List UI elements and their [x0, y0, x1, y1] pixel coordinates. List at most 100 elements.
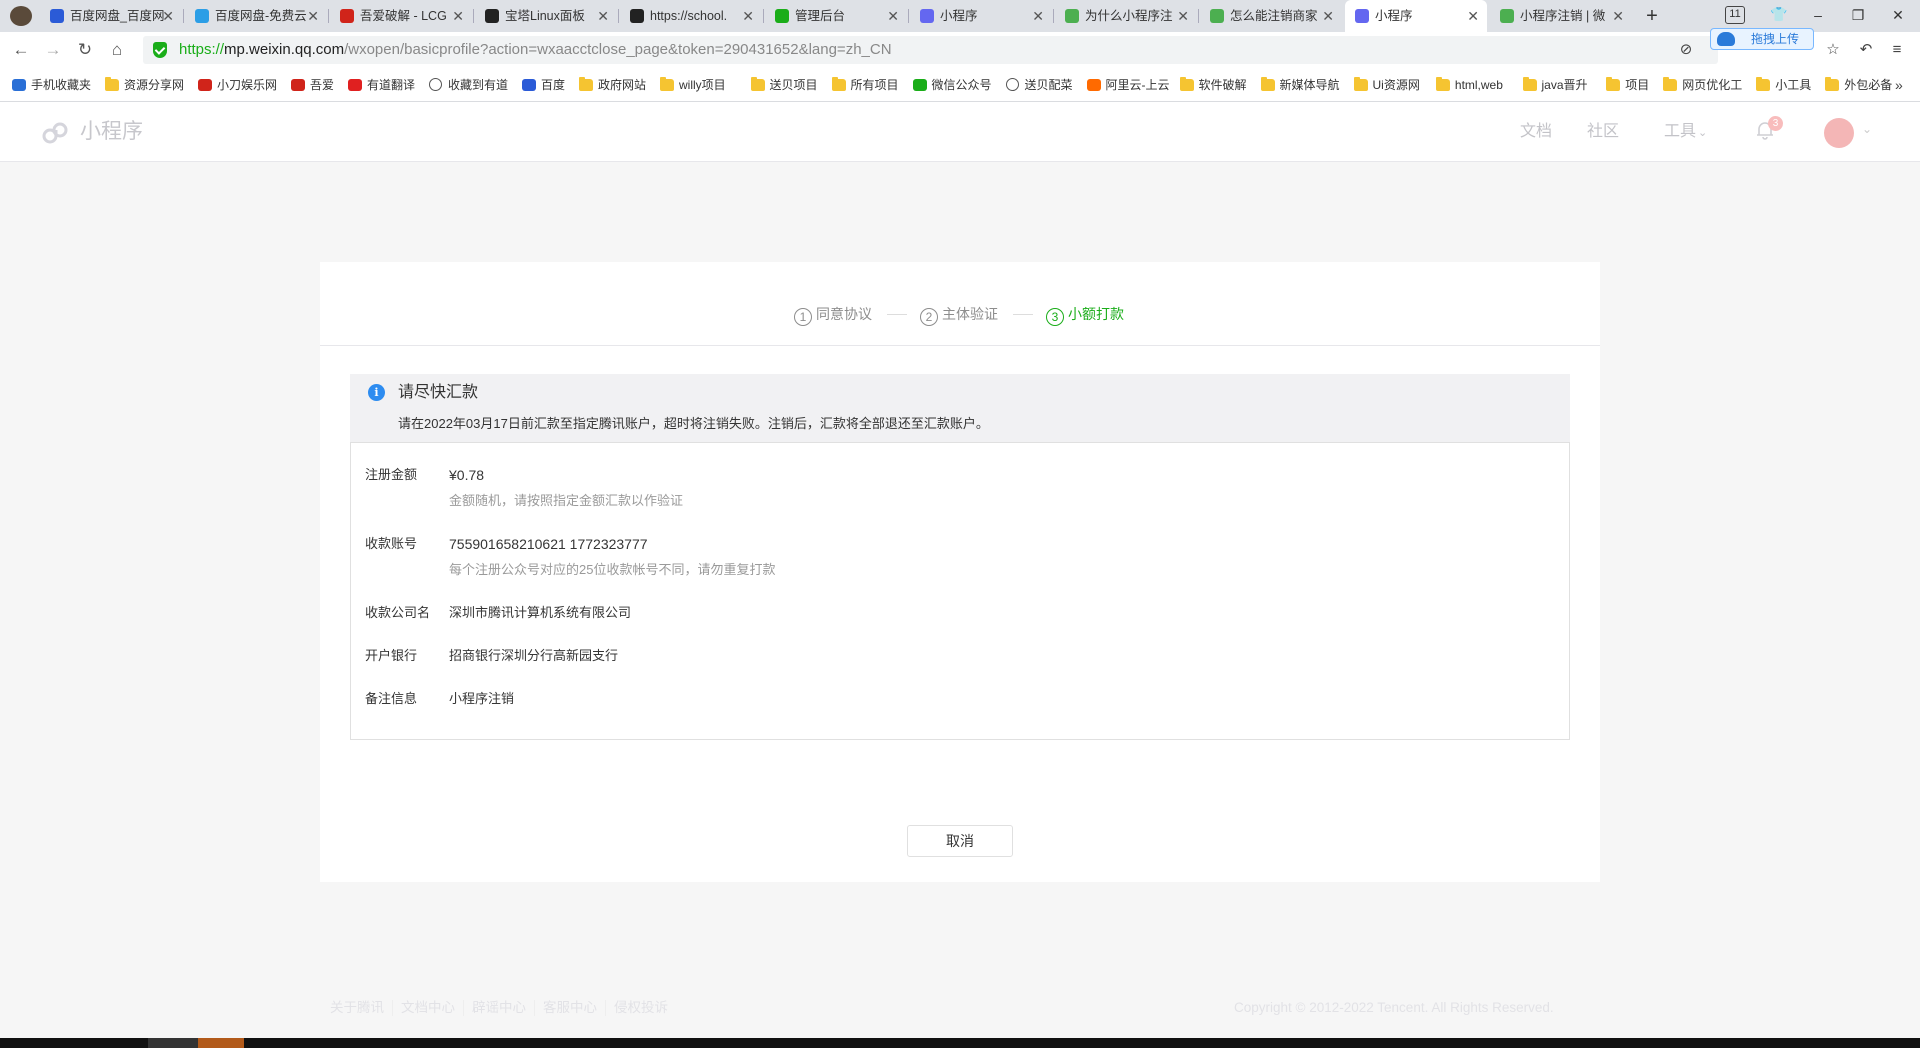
bookmark-item[interactable]: 软件破解: [1179, 68, 1247, 102]
bookmark-item[interactable]: 收藏到有道: [429, 68, 508, 102]
minimize-icon[interactable]: –: [1798, 0, 1838, 30]
bookmark-item[interactable]: 送贝项目: [750, 68, 818, 102]
nav-docs[interactable]: 文档: [1520, 120, 1552, 144]
bookmark-item[interactable]: 所有项目: [831, 68, 899, 102]
taskbar-item[interactable]: [198, 1038, 244, 1048]
tab-label: 小程序: [940, 9, 978, 23]
back-icon[interactable]: ←: [10, 39, 32, 61]
folder-icon: [1606, 77, 1621, 91]
forward-icon[interactable]: →: [42, 39, 64, 61]
browser-tab[interactable]: https://school. ✕: [620, 0, 762, 32]
tab-count-icon[interactable]: 11: [1725, 6, 1745, 24]
browser-profile-icon[interactable]: [10, 6, 32, 26]
browser-tab[interactable]: 百度网盘_百度网 ✕: [40, 0, 182, 32]
bookmarks-more-icon[interactable]: »: [1895, 68, 1903, 102]
reload-icon[interactable]: ↻: [74, 39, 96, 61]
bookmark-label: 项目: [1625, 78, 1650, 92]
bookmark-item[interactable]: Ui资源网: [1353, 68, 1420, 102]
bookmark-item[interactable]: 手机收藏夹: [12, 68, 91, 102]
tab-separator: [1198, 9, 1199, 23]
browser-tab[interactable]: 为什么小程序注 ✕: [1055, 0, 1197, 32]
browser-tab[interactable]: 小程序注销 | 微 ✕: [1490, 0, 1632, 32]
close-tab-icon[interactable]: ✕: [742, 0, 754, 32]
browser-tab[interactable]: 怎么能注销商家 ✕: [1200, 0, 1342, 32]
tab-favicon-icon: [630, 9, 644, 23]
browser-tab[interactable]: 管理后台 ✕: [765, 0, 907, 32]
browser-tab-strip: 百度网盘_百度网 ✕ 百度网盘-免费云 ✕ 吾爱破解 - LCG ✕ 宝塔Linux面板 ✕ h…: [0, 0, 1920, 32]
bookmark-item[interactable]: 百度: [522, 68, 565, 102]
browser-tab[interactable]: 百度网盘-免费云 ✕: [185, 0, 327, 32]
bookmark-item[interactable]: 小刀娱乐网: [198, 68, 277, 102]
browser-tab[interactable]: 小程序 ✕: [1345, 0, 1487, 32]
skin-icon[interactable]: 👕: [1770, 6, 1787, 23]
bookmark-item[interactable]: willy项目: [660, 68, 726, 102]
address-bar[interactable]: https://mp.weixin.qq.com/wxopen/basicpro…: [143, 36, 1718, 64]
bookmark-item[interactable]: 资源分享网: [105, 68, 184, 102]
footer-link-complaint[interactable]: 侵权投诉: [605, 1000, 676, 1016]
footer-link-docs[interactable]: 文档中心: [392, 1000, 463, 1016]
avatar[interactable]: [1824, 118, 1854, 148]
step-verify: 2 主体验证: [920, 304, 998, 326]
bookmark-item[interactable]: 微信公众号: [912, 68, 992, 102]
phone-icon: [12, 79, 26, 91]
wechat-icon: [912, 79, 927, 91]
footer-link-about[interactable]: 关于腾讯: [330, 1000, 392, 1016]
close-tab-icon[interactable]: ✕: [307, 0, 319, 32]
nav-tools[interactable]: 工具 ⌄: [1664, 120, 1707, 145]
bookmark-item[interactable]: 外包必备: [1825, 68, 1892, 102]
close-tab-icon[interactable]: ✕: [1322, 0, 1334, 32]
footer-link-service[interactable]: 客服中心: [534, 1000, 605, 1016]
chevron-down-icon: ⌄: [1698, 127, 1708, 139]
miniprogram-logo-icon[interactable]: [40, 118, 70, 148]
cloud-icon: [1717, 32, 1735, 46]
close-tab-icon[interactable]: ✕: [1467, 0, 1479, 32]
bookmark-item[interactable]: 有道翻译: [348, 68, 415, 102]
star-list-icon[interactable]: ☆: [1822, 39, 1844, 61]
step-divider: [1013, 314, 1033, 315]
url-text[interactable]: https://mp.weixin.qq.com/wxopen/basicpro…: [179, 36, 892, 64]
close-window-icon[interactable]: ✕: [1878, 0, 1918, 30]
taskbar-item[interactable]: [148, 1038, 198, 1048]
bookmark-item[interactable]: 项目: [1606, 68, 1649, 102]
bookmark-item[interactable]: java晋升: [1522, 68, 1588, 102]
cancel-button[interactable]: 取消: [907, 825, 1013, 857]
bookmark-item[interactable]: 小工具: [1756, 68, 1811, 102]
home-icon[interactable]: ⌂: [106, 39, 128, 61]
close-tab-icon[interactable]: ✕: [887, 0, 899, 32]
chevron-down-icon[interactable]: ⌄: [1862, 122, 1872, 136]
browser-tab[interactable]: 小程序 ✕: [910, 0, 1052, 32]
browser-tab[interactable]: 吾爱破解 - LCG ✕: [330, 0, 472, 32]
bookmark-item[interactable]: html,web: [1435, 68, 1503, 102]
bookmark-item[interactable]: 送贝配菜: [1005, 68, 1073, 102]
bookmark-item[interactable]: 政府网站: [579, 68, 646, 102]
compass-icon[interactable]: ⊘: [1675, 39, 1697, 61]
bookmark-item[interactable]: 阿里云-上云: [1086, 68, 1170, 102]
bookmark-label: 手机收藏夹: [31, 78, 92, 92]
bookmark-item[interactable]: 网页优化工: [1663, 68, 1742, 102]
restore-icon[interactable]: ❐: [1838, 0, 1878, 30]
tab-label: 宝塔Linux面板: [505, 9, 585, 23]
amount-value: ¥0.78: [449, 467, 485, 483]
close-tab-icon[interactable]: ✕: [1612, 0, 1624, 32]
bookmark-item[interactable]: 吾爱: [291, 68, 334, 102]
bookmark-label: 微信公众号: [931, 78, 992, 92]
tab-label: 百度网盘_百度网: [70, 9, 165, 23]
close-tab-icon[interactable]: ✕: [597, 0, 609, 32]
tab-separator: [473, 9, 474, 23]
undo-icon[interactable]: ↶: [1855, 39, 1877, 61]
browser-tab[interactable]: 宝塔Linux面板 ✕: [475, 0, 617, 32]
tab-favicon-icon: [775, 9, 789, 23]
close-tab-icon[interactable]: ✕: [452, 0, 464, 32]
footer-link-rumor[interactable]: 辟谣中心: [463, 1000, 534, 1016]
bookmark-item[interactable]: 新媒体导航: [1260, 68, 1340, 102]
close-tab-icon[interactable]: ✕: [162, 0, 174, 32]
bookmark-label: 小工具: [1775, 78, 1812, 92]
menu-icon[interactable]: ≡: [1886, 39, 1908, 61]
close-tab-icon[interactable]: ✕: [1032, 0, 1044, 32]
close-tab-icon[interactable]: ✕: [1177, 0, 1189, 32]
nav-community[interactable]: 社区: [1587, 120, 1619, 144]
drag-upload-button[interactable]: 拖拽上传: [1710, 28, 1814, 50]
folder-icon: [105, 77, 119, 91]
new-tab-button[interactable]: +: [1640, 0, 1664, 32]
site-title[interactable]: 小程序: [80, 116, 143, 148]
